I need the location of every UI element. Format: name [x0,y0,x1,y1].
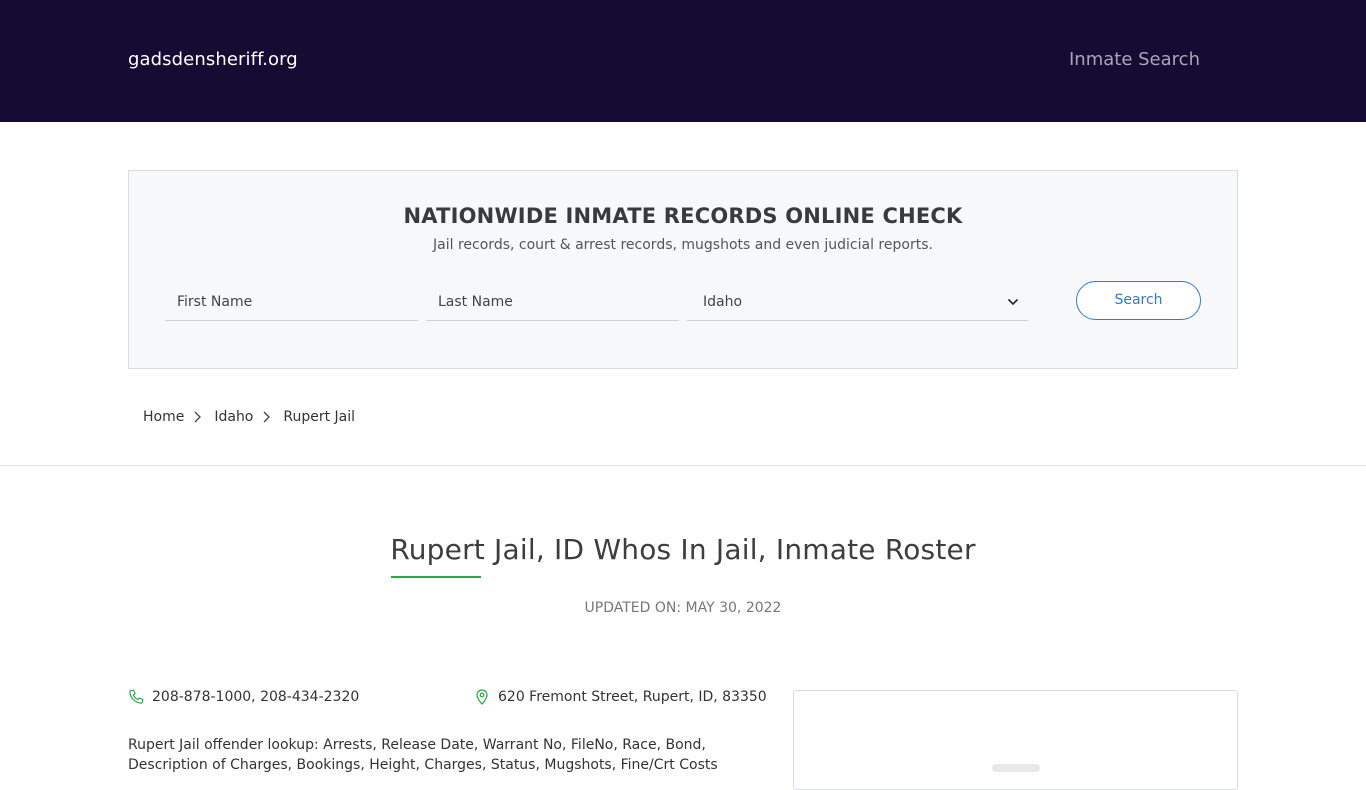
state-select-value: Idaho [703,294,743,310]
map-placeholder [992,764,1040,772]
inmate-search-panel: NATIONWIDE INMATE RECORDS ONLINE CHECK J… [128,170,1238,369]
chevron-right-icon [263,411,271,423]
breadcrumb-state[interactable]: Idaho [214,409,253,425]
site-logo-link[interactable]: gadsdensheriff.org [128,49,298,70]
jail-description: Rupert Jail offender lookup: Arrests, Re… [128,737,718,773]
site-header: gadsdensheriff.org Inmate Search [0,0,1366,122]
phone-icon [129,689,144,704]
map-card[interactable] [793,690,1238,790]
updated-date: UPDATED ON: MAY 30, 2022 [584,600,782,616]
address-info: 620 Fremont Street, Rupert, ID, 83350 [474,689,767,705]
nav-inmate-search-link[interactable]: Inmate Search [1069,49,1200,70]
breadcrumb-home[interactable]: Home [143,409,184,425]
title-underline [391,576,481,578]
breadcrumb: Home Idaho Rupert Jail [143,406,355,428]
last-name-input[interactable] [426,283,679,321]
page-title: Rupert Jail, ID Whos In Jail, Inmate Ros… [390,533,976,566]
section-divider [0,465,1366,466]
search-button[interactable]: Search [1076,281,1201,320]
breadcrumb-current: Rupert Jail [283,409,356,425]
map-pin-icon [476,689,488,705]
jail-address: 620 Fremont Street, Rupert, ID, 83350 [498,689,767,705]
first-name-input[interactable] [165,283,418,321]
chevron-down-icon [1008,299,1018,305]
search-panel-title: NATIONWIDE INMATE RECORDS ONLINE CHECK [403,204,963,228]
state-select[interactable]: Idaho [687,283,1028,321]
phone-info: 208-878-1000, 208-434-2320 [128,689,359,705]
phone-numbers[interactable]: 208-878-1000, 208-434-2320 [152,689,359,705]
search-panel-subtitle: Jail records, court & arrest records, mu… [433,237,933,253]
chevron-right-icon [194,411,202,423]
